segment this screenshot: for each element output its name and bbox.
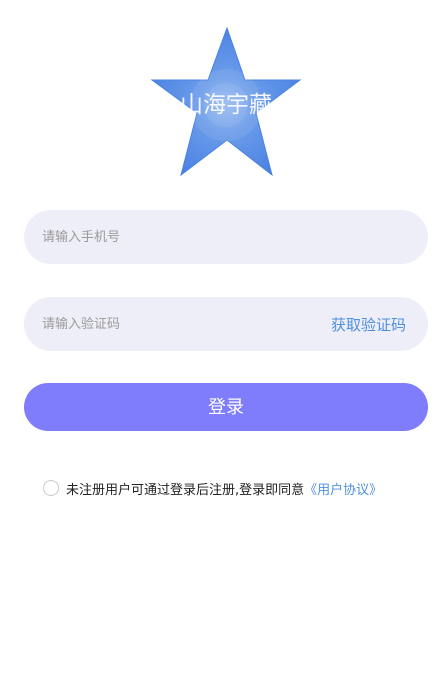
phone-field[interactable] <box>24 210 428 264</box>
agreement-row: 未注册用户可通过登录后注册,登录即同意 《用户协议》 <box>43 478 382 498</box>
user-agreement-link[interactable]: 《用户协议》 <box>304 479 382 498</box>
logo: 山海宇藏 <box>150 27 302 179</box>
code-input[interactable] <box>42 297 302 351</box>
logo-text: 山海宇藏 <box>180 92 272 118</box>
agreement-text: 未注册用户可通过登录后注册,登录即同意 <box>66 482 305 498</box>
agreement-radio[interactable] <box>43 480 59 496</box>
get-code-button[interactable]: 获取验证码 <box>331 297 406 353</box>
login-button[interactable]: 登录 <box>24 383 428 431</box>
phone-input[interactable] <box>42 210 302 264</box>
code-field[interactable]: 获取验证码 <box>24 297 428 351</box>
